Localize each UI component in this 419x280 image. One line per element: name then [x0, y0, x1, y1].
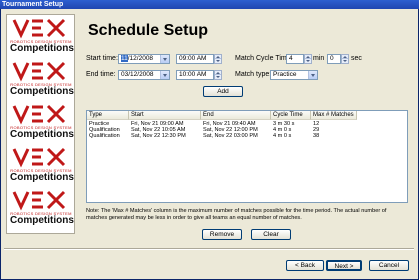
cycle-seconds-spinner[interactable]: [341, 54, 349, 64]
cell-start: Sat, Nov 22 12:30 PM: [131, 133, 186, 139]
cell-max-matches: 38: [313, 133, 320, 139]
spin-down-icon[interactable]: [342, 59, 348, 63]
table-header: Type Start End Cycle Time Max # Matches: [87, 111, 407, 120]
vex-logo-icon: [12, 61, 66, 82]
start-date-rest: /12/2008: [127, 55, 154, 62]
start-date-selected-part: 11: [121, 55, 128, 62]
logo-caption: Competitions: [10, 86, 74, 97]
vex-logo: ROBOTICS DESIGN SYSTEM Competitions: [10, 60, 74, 100]
start-time-label: Start time:: [86, 55, 118, 62]
chevron-down-icon[interactable]: [160, 71, 169, 79]
logo-caption: Competitions: [10, 215, 74, 226]
cancel-button[interactable]: Cancel: [369, 260, 409, 271]
table-row[interactable]: Qualification Sat, Nov 22 12:30 PM Sat, …: [87, 133, 407, 139]
chevron-down-icon[interactable]: [160, 55, 169, 63]
vex-logo-icon: [12, 18, 66, 39]
start-time-input[interactable]: 09:00 AM: [176, 54, 214, 64]
match-type-select[interactable]: Practice: [270, 70, 318, 80]
cell-type: Qualification: [89, 133, 120, 139]
match-type-label: Match type:: [235, 71, 272, 78]
chevron-down-icon[interactable]: [308, 71, 317, 79]
add-button[interactable]: Add: [203, 86, 243, 97]
logo-caption: Competitions: [10, 129, 74, 140]
minutes-unit-label: min: [313, 55, 325, 62]
vex-logo-icon: [12, 147, 66, 168]
seconds-unit-label: sec: [351, 55, 362, 62]
page-title: Schedule Setup: [88, 22, 209, 39]
cell-end: Sat, Nov 22 03:00 PM: [203, 133, 258, 139]
next-button[interactable]: Next >: [326, 260, 362, 271]
footer-divider: [4, 248, 414, 250]
column-header-type[interactable]: Type: [87, 111, 129, 120]
vex-logo: ROBOTICS DESIGN SYSTEM Competitions: [10, 189, 74, 229]
column-header-end[interactable]: End: [201, 111, 271, 120]
back-button[interactable]: < Back: [286, 260, 324, 271]
vex-logo: ROBOTICS DESIGN SYSTEM Competitions: [10, 146, 74, 186]
note-text: Note: The 'Max # Matches' column is the …: [86, 208, 387, 221]
schedule-table[interactable]: Type Start End Cycle Time Max # Matches …: [86, 110, 408, 203]
vex-logo: ROBOTICS DESIGN SYSTEM Competitions: [10, 17, 74, 57]
vex-logo: ROBOTICS DESIGN SYSTEM Competitions: [10, 103, 74, 143]
clear-button[interactable]: Clear: [251, 229, 291, 240]
match-type-value: Practice: [273, 71, 297, 78]
cycle-minutes-input[interactable]: 4: [286, 54, 304, 64]
cycle-minutes-spinner[interactable]: [304, 54, 312, 64]
logo-caption: Competitions: [10, 172, 74, 183]
start-date-picker[interactable]: 11/12/2008: [118, 54, 170, 64]
end-time-spinner[interactable]: [214, 70, 222, 80]
logo-caption: Competitions: [10, 43, 74, 54]
cycle-seconds-input[interactable]: 0: [327, 54, 341, 64]
spin-down-icon[interactable]: [215, 75, 221, 79]
column-header-max-matches[interactable]: Max # Matches: [311, 111, 357, 120]
remove-button[interactable]: Remove: [202, 229, 242, 240]
sidebar-logo-panel: ROBOTICS DESIGN SYSTEM Competitions ROBO…: [6, 14, 75, 234]
end-time-input[interactable]: 10:00 AM: [176, 70, 214, 80]
end-time-label: End time:: [86, 71, 116, 78]
vex-logo-icon: [12, 104, 66, 125]
cell-cycle-time: 4 m 0 s: [273, 133, 292, 139]
spin-down-icon[interactable]: [215, 59, 221, 63]
window-titlebar: Tournament Setup: [0, 0, 419, 9]
end-date-value: 03/12/2008: [121, 71, 154, 78]
column-header-cycle-time[interactable]: Cycle Time: [271, 111, 311, 120]
start-time-spinner[interactable]: [214, 54, 222, 64]
spin-down-icon[interactable]: [305, 59, 311, 63]
vex-logo-icon: [12, 190, 66, 211]
end-date-picker[interactable]: 03/12/2008: [118, 70, 170, 80]
column-header-start[interactable]: Start: [129, 111, 201, 120]
